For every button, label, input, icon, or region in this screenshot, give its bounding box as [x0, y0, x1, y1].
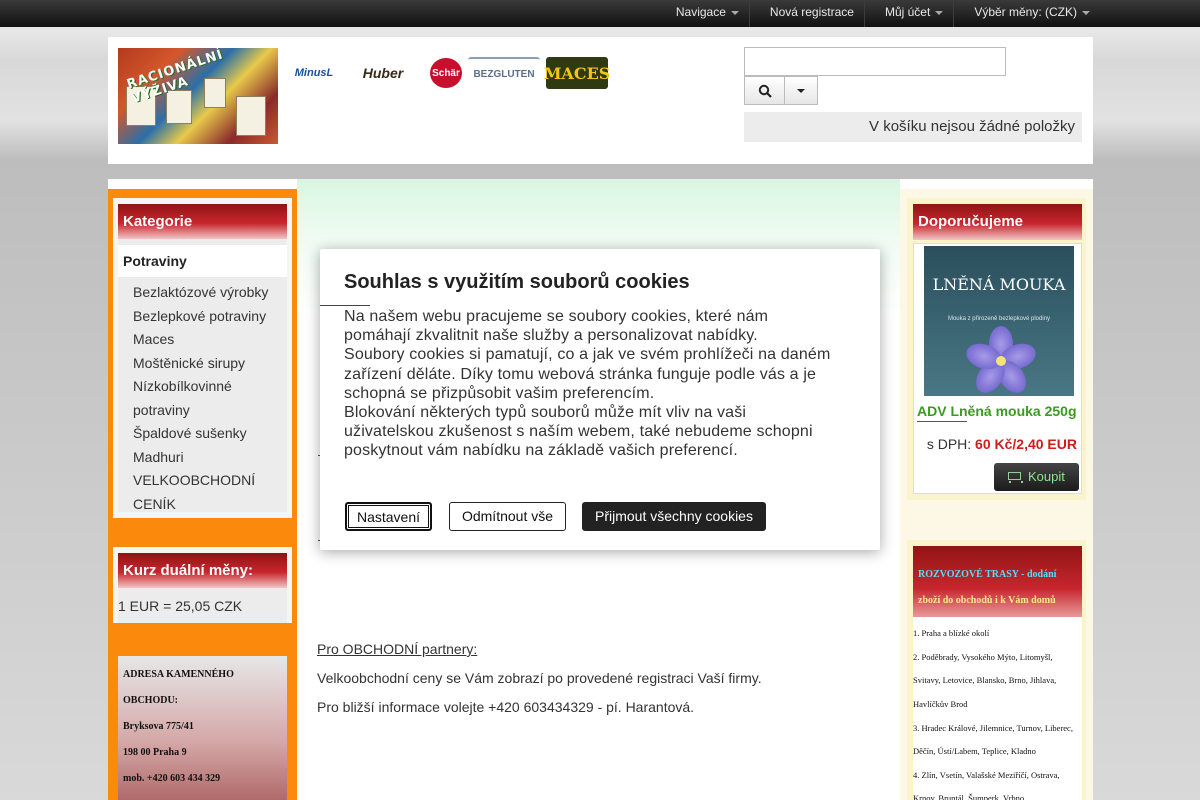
route-line: 3. Hradec Králové, Jilemnice, Turnov, Li… [913, 723, 1073, 733]
route-line: 1. Praha a blízké okolí [913, 628, 990, 638]
categories-panel-inner: Kategorie Potraviny Bezlaktózové výrobky… [118, 204, 287, 512]
routes-title-line2: zboží do obchodů i k Vám domů [918, 595, 1056, 606]
nav-navigace[interactable]: Navigace [656, 0, 749, 27]
product-image-subtitle: Mouka z přirozeně bezlepkové plodiny [947, 316, 1051, 322]
shop-photo[interactable]: RACIONÁLNÍ VÝŽIVA [118, 48, 278, 144]
chevron-down-icon [797, 88, 805, 93]
nav-registration[interactable]: Nová registrace [748, 0, 864, 27]
address-line: mob. +420 603 434 329 [123, 773, 221, 784]
divider [320, 305, 370, 306]
product-image-title: LNĚNÁ MOUKA [932, 275, 1066, 294]
chevron-down-icon [1082, 10, 1090, 15]
cookie-text-line: Soubory cookies si pamatují, co a jak ve… [344, 346, 831, 364]
address-line: ADRESA KAMENNÉHO [123, 669, 234, 680]
product-image[interactable]: LNĚNÁ MOUKA Mouka z přirozeně bezlepkové… [924, 246, 1074, 396]
currency-panel-inner: Kurz duální měny: 1 EUR = 25,05 CZK [118, 553, 287, 623]
routes-title-line1: ROZVOZOVÉ TRASY - dodání [918, 569, 1057, 580]
divider [917, 421, 967, 422]
cookie-consent-dialog: Souhlas s využitím souborů cookies Na na… [320, 249, 880, 550]
brand-strip: MinusL Huber Schär BEZGLUTEN MACES [292, 57, 610, 89]
category-potraviny[interactable]: Potraviny [118, 245, 287, 277]
product-card: LNĚNÁ MOUKA Mouka z přirozeně bezlepkové… [913, 243, 1082, 494]
cart-icon [1006, 471, 1023, 483]
category-item[interactable]: Maces [118, 328, 287, 352]
chevron-down-icon [730, 10, 739, 15]
categories-title: Kategorie [118, 204, 287, 239]
address-panel: ADRESA KAMENNÉHO OBCHODU: Bryksova 775/4… [118, 656, 287, 800]
cart-status[interactable]: V košíku nejsou žádné položky [744, 112, 1082, 142]
nav-account[interactable]: Můj účet [863, 0, 953, 27]
route-line: 2. Poděbrady, Vysokého Mýto, Litomyšl, [913, 652, 1053, 662]
nav-registration-label: Nová registrace [769, 5, 854, 19]
cookie-accept-all-button[interactable]: Přijmout všechny cookies [582, 502, 766, 531]
category-item[interactable]: Madhuri [118, 446, 287, 470]
search-button[interactable] [744, 76, 785, 105]
category-item[interactable]: Bezlepkové potraviny [118, 305, 287, 329]
route-line: Havlíčkův Brod [913, 699, 968, 709]
cookie-text-line: schopná se přizpůsobit vašim preferencím… [344, 384, 655, 402]
price-value: 60 Kč/2,40 EUR [975, 436, 1077, 452]
recommend-title: Doporučujeme [913, 204, 1082, 240]
cookie-text-line: poskytnout vám nabídku na základě vašich… [344, 442, 738, 460]
brand-logo-maces[interactable]: MACES [544, 57, 610, 89]
currency-rate: 1 EUR = 25,05 CZK [118, 598, 243, 614]
nav-navigace-label: Navigace [675, 5, 726, 19]
currency-title: Kurz duální měny: [118, 553, 287, 588]
brand-logo-minusl[interactable]: MinusL [292, 57, 336, 89]
route-line: 4. Zlín, Vsetín, Valašské Meziříčí, Ostr… [913, 770, 1060, 780]
address-lines: ADRESA KAMENNÉHO OBCHODU: Bryksova 775/4… [118, 656, 287, 792]
price-label: s DPH: [926, 436, 972, 452]
cookie-settings-button[interactable]: Nastavení [345, 502, 432, 531]
product-name-link[interactable]: ADV Lněná mouka 250g [917, 403, 1077, 419]
category-item[interactable]: Špaldové sušenky [118, 422, 287, 446]
category-item[interactable]: VELKOOBCHODNÍ CENÍK [118, 469, 287, 516]
category-item[interactable]: Bezlaktózové výrobky [118, 281, 287, 305]
search-options-dropdown[interactable] [784, 76, 818, 105]
cookie-reject-all-button[interactable]: Odmítnout vše [449, 502, 566, 531]
nav-account-label: Můj účet [884, 5, 931, 19]
buy-button[interactable]: Koupit [994, 463, 1079, 491]
search-input[interactable] [744, 47, 1006, 76]
buy-label: Koupit [1028, 469, 1065, 484]
search-icon [758, 84, 772, 98]
flower-icon [963, 326, 1039, 396]
poster-image [236, 96, 266, 136]
categories-panel: Kategorie Potraviny Bezlaktózové výrobky… [113, 198, 292, 518]
top-navbar: Navigace Nová registrace Můj účet Výběr … [0, 0, 1200, 27]
route-line: Děčín, Ústí/Labem, Teplice, Kladno [913, 746, 1036, 756]
cookie-text-line: Blokování některých typů souborů může mí… [344, 404, 747, 422]
cookie-text: Na našem webu pracujeme se soubory cooki… [344, 307, 854, 461]
product-price: s DPH: 60 Kč/2,40 EUR [927, 436, 1077, 452]
address-line: Bryksova 775/41 [123, 721, 194, 732]
route-line: Krnov, Bruntál, Šumperk, Vrbno [913, 793, 1025, 800]
brand-logo-bezgluten[interactable]: BEZGLUTEN [468, 57, 540, 89]
top-nav: Navigace Nová registrace Můj účet Výběr … [656, 0, 1100, 27]
cookie-title: Souhlas s využitím souborů cookies [344, 271, 690, 293]
address-line: 198 00 Praha 9 [123, 747, 187, 758]
category-list: Bezlaktózové výrobky Bezlepkové potravin… [118, 281, 287, 516]
cookie-text-line: uživatelskou zkušenost s naším webem, ta… [344, 423, 813, 441]
category-item[interactable]: Moštěnické sirupy [118, 352, 287, 376]
address-line: OBCHODU: [123, 695, 178, 706]
site-header: RACIONÁLNÍ VÝŽIVA MinusL Huber Schär BEZ… [108, 37, 1093, 164]
brand-logo-huber[interactable]: Huber [342, 57, 424, 89]
routes-title: ROZVOZOVÉ TRASY - dodání zboží do obchod… [913, 546, 1082, 617]
nav-currency-label: Výběr měny: (CZK) [974, 5, 1077, 19]
partners-contact: Pro bližší informace volejte +420 603434… [317, 699, 695, 715]
cookie-text-line: zařízení děláte. Díky tomu webová stránk… [344, 365, 817, 383]
category-item[interactable]: Nízkobílkovinné potraviny [118, 375, 287, 422]
currency-panel: Kurz duální měny: 1 EUR = 25,05 CZK [113, 547, 292, 623]
brand-logo-schar[interactable]: Schär [430, 58, 462, 88]
cookie-text-line: Na našem webu pracujeme se soubory cooki… [344, 308, 769, 325]
routes-title-text: ROZVOZOVÉ TRASY - dodání zboží do obchod… [918, 562, 1078, 614]
nav-currency[interactable]: Výběr měny: (CZK) [953, 0, 1100, 27]
chevron-down-icon [935, 10, 944, 15]
partners-title: Pro OBCHODNÍ partnery: [317, 641, 478, 657]
route-line: Svitavy, Letovice, Blansko, Brno, Jihlav… [913, 675, 1057, 685]
partners-text: Velkoobchodní ceny se Vám zobrazí po pro… [317, 670, 762, 686]
cookie-text-line: pomáhají zkvalitnit naše služby a person… [344, 327, 758, 345]
